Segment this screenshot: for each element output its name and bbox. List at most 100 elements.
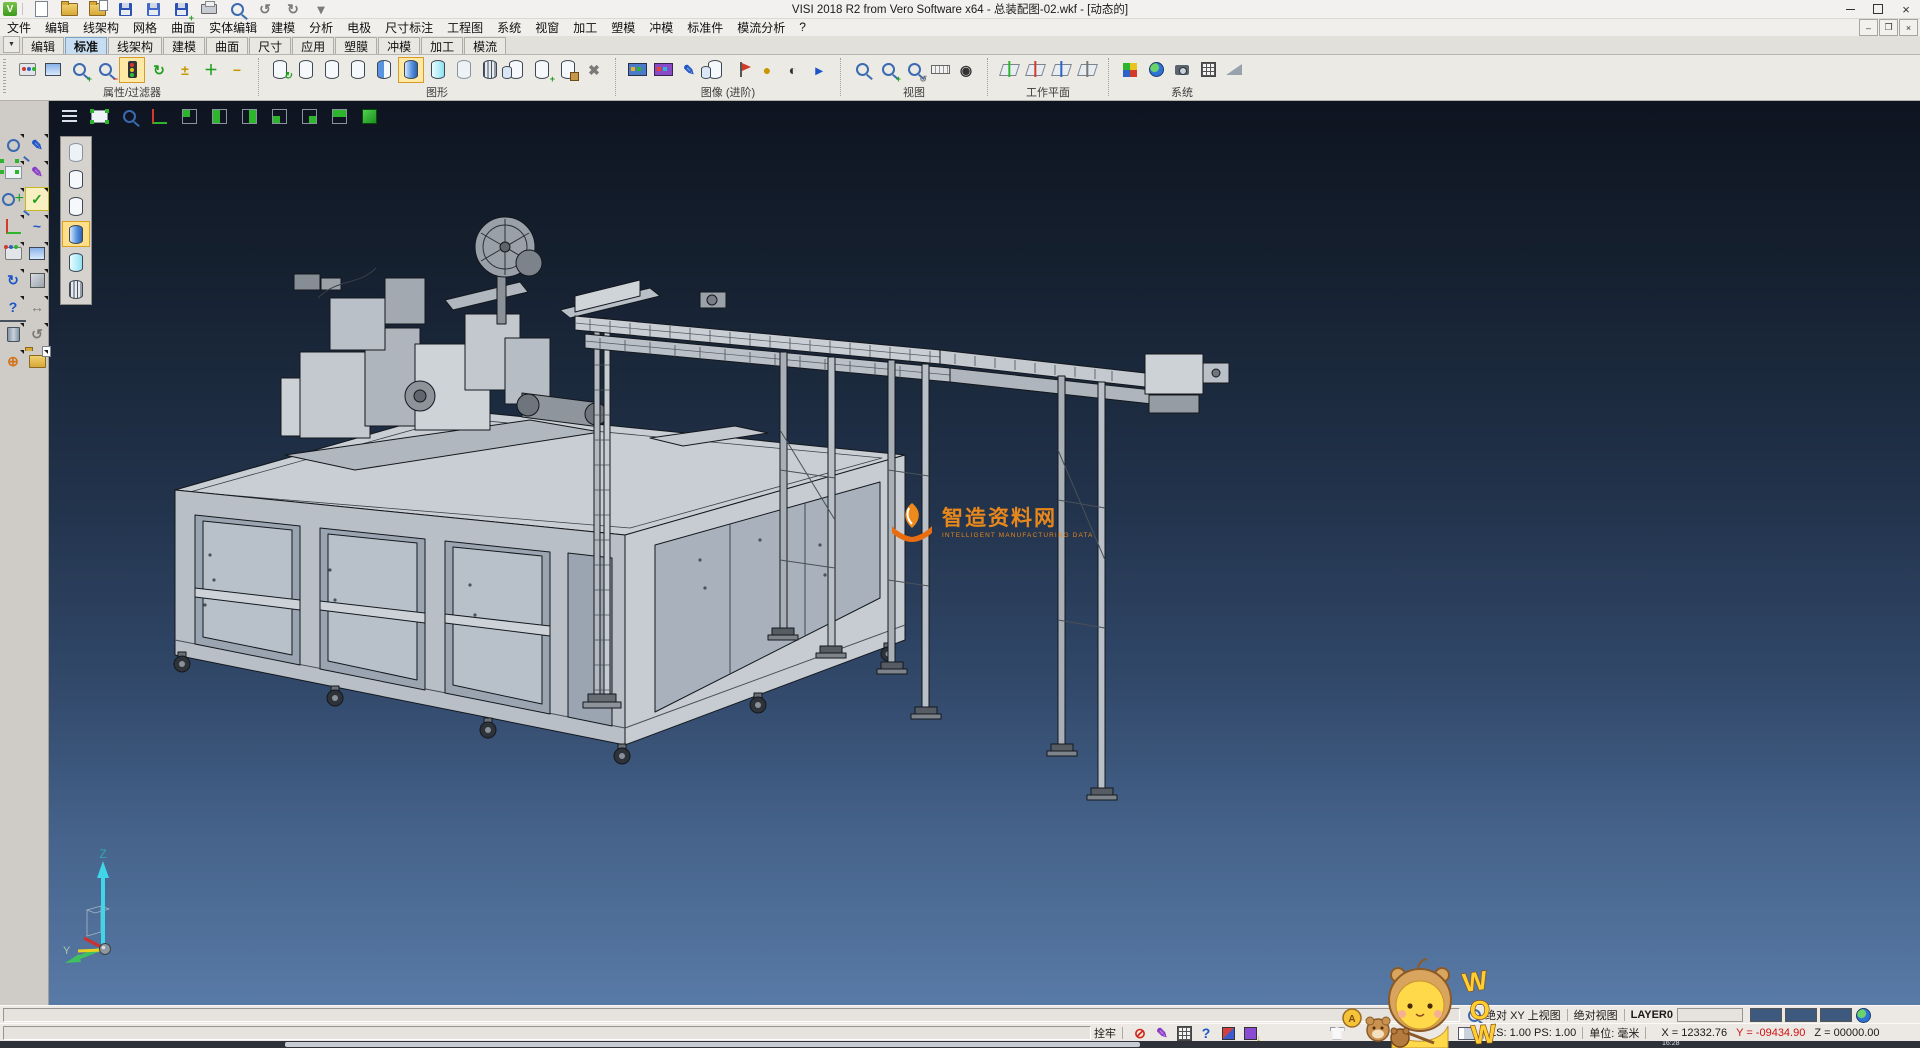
axis-triad-icon[interactable] xyxy=(147,104,172,129)
ribbon-tab[interactable]: 编辑 xyxy=(22,37,64,54)
stamp-disable-icon[interactable]: ⊘ xyxy=(1130,1025,1150,1041)
globe-icon[interactable] xyxy=(1853,1007,1873,1023)
print-icon[interactable] xyxy=(197,0,221,21)
cube-left-icon[interactable] xyxy=(267,104,292,129)
filter-plusminus-icon[interactable]: ± xyxy=(173,58,197,82)
menu-item[interactable]: 加工 xyxy=(566,18,604,36)
multi-body-icon[interactable] xyxy=(504,58,528,82)
edit-erase-icon[interactable]: ✎ xyxy=(26,134,48,156)
system-globe-icon[interactable] xyxy=(1144,58,1168,82)
ribbon-tab[interactable]: 模流 xyxy=(464,37,506,54)
zoom-orbit-icon[interactable] xyxy=(2,134,24,156)
graphics-tools-icon[interactable]: ✖ xyxy=(582,58,606,82)
render-strip-icon[interactable] xyxy=(625,58,649,82)
menu-item[interactable]: 电极 xyxy=(340,18,378,36)
hidden-line-icon[interactable] xyxy=(452,58,476,82)
toolbar-options-icon[interactable]: ▾ xyxy=(309,0,333,21)
workplane-y-icon[interactable] xyxy=(1049,58,1073,82)
zoom-window-icon[interactable]: + xyxy=(876,58,900,82)
filter-minus-icon[interactable]: − xyxy=(225,58,249,82)
regenerate-icon[interactable]: ↻ xyxy=(2,269,24,291)
menu-item[interactable]: 尺寸标注 xyxy=(378,18,440,36)
taskbar-segment[interactable] xyxy=(285,1042,1140,1047)
render-edit-icon[interactable]: ✎ xyxy=(677,58,701,82)
window-grid-icon[interactable] xyxy=(26,242,48,264)
menu-item[interactable]: 塑模 xyxy=(604,18,642,36)
draft-ramp-icon[interactable] xyxy=(1222,58,1246,82)
cylinder-transparent-icon[interactable] xyxy=(63,250,89,274)
shaded-mode-icon[interactable] xyxy=(398,57,424,83)
ribbon-tab[interactable]: 线架构 xyxy=(108,37,162,54)
ribbon-tab[interactable]: 塑膜 xyxy=(335,37,377,54)
cube-front-icon[interactable] xyxy=(207,104,232,129)
view-mode-label[interactable]: 绝对视图 xyxy=(1574,1007,1618,1023)
zoom-orbit-icon[interactable] xyxy=(117,104,142,129)
solid-cube-icon[interactable] xyxy=(26,269,48,291)
plane-select-icon[interactable] xyxy=(2,161,24,183)
zoom-extents-icon[interactable] xyxy=(850,58,874,82)
redo-icon[interactable]: ↻ xyxy=(281,0,305,21)
new-file-icon[interactable] xyxy=(29,0,53,21)
menu-item[interactable]: 工程图 xyxy=(440,18,490,36)
color-swatch-1[interactable] xyxy=(1750,1008,1782,1022)
filter-add-icon[interactable]: + xyxy=(67,58,91,82)
cylinder-outline-icon[interactable] xyxy=(294,58,318,82)
measure-distance-icon[interactable]: ↔ xyxy=(26,296,48,318)
menu-item[interactable]: 标准件 xyxy=(680,18,730,36)
confirm-check-icon[interactable]: ✓ xyxy=(26,188,48,210)
filter-lights-icon[interactable] xyxy=(119,57,145,83)
ribbon-tab[interactable]: 标准 xyxy=(65,37,107,54)
help-icon[interactable]: ? xyxy=(2,296,24,318)
snapshot-camera-icon[interactable] xyxy=(1170,58,1194,82)
ribbon-tab[interactable]: 建模 xyxy=(163,37,205,54)
wireframe-mode-icon[interactable] xyxy=(478,58,502,82)
body-add-icon[interactable]: + xyxy=(530,58,554,82)
ribbon-tab[interactable]: 加工 xyxy=(421,37,463,54)
grid-edit-icon[interactable] xyxy=(1174,1025,1194,1041)
render-strip2-icon[interactable] xyxy=(651,58,675,82)
view-menu-icon[interactable] xyxy=(57,104,82,129)
cylinder-ghost-icon[interactable] xyxy=(63,140,89,164)
edit-wand-icon[interactable]: ✎ xyxy=(1152,1025,1172,1041)
view-plane-icon[interactable] xyxy=(87,104,112,129)
mdi-minimize-button[interactable]: – xyxy=(1859,19,1878,36)
filter-plus-icon[interactable]: ＋ xyxy=(199,58,223,82)
item-attributes-icon[interactable] xyxy=(41,58,65,82)
render-lamp-icon[interactable]: ● xyxy=(755,58,779,82)
redraw-icon[interactable] xyxy=(268,58,292,82)
save-icon[interactable] xyxy=(113,0,137,21)
cylinder-outline3-icon[interactable] xyxy=(346,58,370,82)
mdi-restore-button[interactable]: ❐ xyxy=(1879,19,1898,36)
menu-item[interactable]: 模流分析 xyxy=(730,18,792,36)
ribbon-tab[interactable]: 尺寸 xyxy=(249,37,291,54)
undo-step-icon[interactable]: ↺ xyxy=(26,323,48,345)
grid-display-icon[interactable] xyxy=(1196,58,1220,82)
cube-right-icon[interactable] xyxy=(297,104,322,129)
toolbar-drag-handle[interactable] xyxy=(3,59,6,95)
render-arrow-icon[interactable]: ▸ xyxy=(807,58,831,82)
half-shaded-icon[interactable] xyxy=(372,58,396,82)
filter-remove-icon[interactable]: − xyxy=(93,58,117,82)
ribbon-tab[interactable]: 曲面 xyxy=(206,37,248,54)
render-flag-icon[interactable] xyxy=(729,58,753,82)
menu-item[interactable]: 系统 xyxy=(490,18,528,36)
close-button[interactable]: × xyxy=(1892,1,1920,18)
command-field[interactable] xyxy=(3,1008,1460,1022)
cylinder-outline2-icon[interactable] xyxy=(63,194,89,218)
measure-ruler-icon[interactable] xyxy=(928,58,952,82)
find-icon[interactable] xyxy=(225,0,249,21)
3d-viewport[interactable]: 智造资料网 INTELLIGENT MANUFACTURING DATA Z Y xyxy=(48,100,1920,1005)
view-eye-icon[interactable]: ◉ xyxy=(954,58,978,82)
render-shadow-icon[interactable]: ◐ xyxy=(781,58,805,82)
workplane-x-icon[interactable] xyxy=(1023,58,1047,82)
transparent-mode-icon[interactable] xyxy=(426,58,450,82)
open-copy-icon[interactable] xyxy=(85,0,109,21)
cube-top-icon[interactable] xyxy=(327,104,352,129)
edit-spline-icon[interactable]: ~ xyxy=(26,215,48,237)
maximize-button[interactable] xyxy=(1864,1,1892,18)
open-folder-icon[interactable] xyxy=(26,350,48,372)
cube-back-icon[interactable] xyxy=(237,104,262,129)
cube-iso-icon[interactable] xyxy=(177,104,202,129)
cube-solid-icon[interactable] xyxy=(357,104,382,129)
tab-dropdown-button[interactable]: ▼ xyxy=(3,36,20,53)
